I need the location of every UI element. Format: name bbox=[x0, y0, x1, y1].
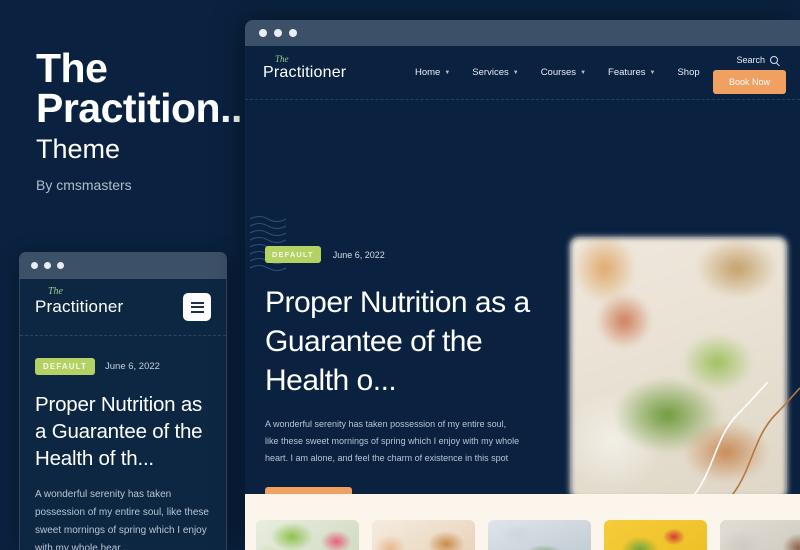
hamburger-bar bbox=[190, 306, 204, 308]
nav-label: Services bbox=[472, 67, 509, 78]
post-date: June 6, 2022 bbox=[105, 361, 160, 372]
thumbnail-list bbox=[256, 520, 800, 550]
mobile-hero-title: Proper Nutrition as a Guarantee of the H… bbox=[35, 393, 203, 470]
curve-decoration bbox=[680, 381, 800, 502]
thumbnail-refrigerator[interactable] bbox=[488, 520, 591, 550]
hamburger-bar bbox=[190, 301, 204, 304]
chevron-down-icon: ▼ bbox=[512, 69, 519, 76]
window-dot-minimize-icon[interactable] bbox=[274, 29, 282, 37]
hero-section: DEFAULT June 6, 2022 Proper Nutrition as… bbox=[245, 100, 800, 550]
nav-item-courses[interactable]: Courses ▼ bbox=[541, 67, 586, 78]
theme-author: By cmsmasters bbox=[36, 177, 132, 193]
mobile-preview-window[interactable]: The Practitioner DEFAULT June 6, 2022 Pr… bbox=[19, 252, 227, 550]
page-title-line-2: Practition.. bbox=[36, 85, 242, 131]
search-trigger[interactable]: Search bbox=[736, 55, 778, 65]
window-dot-maximize-icon[interactable] bbox=[57, 262, 64, 269]
logo-script-text: The bbox=[48, 286, 63, 297]
mobile-hero-description: A wonderful serenity has taken possessio… bbox=[35, 489, 209, 550]
nav-item-services[interactable]: Services ▼ bbox=[472, 67, 518, 78]
nav-label: Home bbox=[415, 67, 441, 78]
logo-main-text: Practitioner bbox=[35, 297, 124, 316]
nav-item-home[interactable]: Home ▼ bbox=[415, 67, 450, 78]
mobile-window-titlebar bbox=[19, 252, 227, 279]
hero-post-meta: DEFAULT June 6, 2022 bbox=[265, 246, 530, 263]
desktop-preview-body: The Practitioner Home ▼ Services ▼ Cours… bbox=[245, 46, 800, 550]
nav-label: Features bbox=[608, 67, 646, 78]
thumbnail-herbs-yellow[interactable] bbox=[604, 520, 707, 550]
mobile-site-header: The Practitioner bbox=[20, 279, 226, 336]
site-header: The Practitioner Home ▼ Services ▼ Cours… bbox=[245, 46, 800, 100]
mobile-hero-content: DEFAULT June 6, 2022 Proper Nutrition as… bbox=[20, 336, 226, 550]
hero-text-block: DEFAULT June 6, 2022 Proper Nutrition as… bbox=[265, 246, 530, 517]
chevron-down-icon: ▼ bbox=[580, 69, 587, 76]
search-label: Search bbox=[736, 55, 765, 65]
desktop-preview-window[interactable]: The Practitioner Home ▼ Services ▼ Cours… bbox=[245, 20, 800, 550]
status-badge: DEFAULT bbox=[265, 246, 321, 263]
logo-script-text: The bbox=[275, 53, 289, 64]
hamburger-bar bbox=[190, 310, 204, 313]
s-curve-lines-icon bbox=[689, 381, 800, 501]
post-date: June 6, 2022 bbox=[332, 249, 385, 260]
thumbnail-vegetables[interactable] bbox=[256, 520, 359, 550]
nav-item-features[interactable]: Features ▼ bbox=[608, 67, 655, 78]
book-now-button[interactable]: Book Now bbox=[712, 70, 786, 94]
window-dot-minimize-icon[interactable] bbox=[44, 262, 51, 269]
main-navigation: Home ▼ Services ▼ Courses ▼ Features ▼ S… bbox=[415, 67, 700, 78]
theme-info-panel: The Practition.. Theme By cmsmasters The… bbox=[0, 0, 245, 550]
thumbnail-food-bowl[interactable] bbox=[372, 520, 475, 550]
page-title-line-1: The bbox=[36, 45, 108, 91]
chevron-down-icon: ▼ bbox=[649, 69, 656, 76]
status-badge: DEFAULT bbox=[35, 358, 95, 375]
hamburger-menu-icon[interactable] bbox=[183, 293, 211, 321]
thumbnail-person-resting[interactable] bbox=[720, 520, 800, 550]
mobile-preview-body: The Practitioner DEFAULT June 6, 2022 Pr… bbox=[19, 279, 227, 550]
page-title: The Practition.. bbox=[36, 45, 245, 131]
site-logo[interactable]: The Practitioner bbox=[263, 54, 393, 81]
window-dot-close-icon[interactable] bbox=[259, 29, 267, 37]
window-dot-close-icon[interactable] bbox=[31, 262, 38, 269]
desktop-window-titlebar bbox=[245, 20, 800, 46]
theme-subtitle: Theme bbox=[36, 134, 121, 164]
chevron-down-icon: ▼ bbox=[444, 69, 451, 76]
mobile-site-logo[interactable]: The Practitioner bbox=[35, 287, 124, 316]
thumbnail-strip-section bbox=[245, 494, 800, 550]
window-dot-maximize-icon[interactable] bbox=[289, 29, 297, 37]
hero-title: Proper Nutrition as a Guarantee of the H… bbox=[265, 286, 530, 397]
hero-description: A wonderful serenity has taken possessio… bbox=[265, 419, 520, 463]
mobile-post-meta: DEFAULT June 6, 2022 bbox=[35, 358, 211, 375]
search-icon[interactable] bbox=[770, 56, 778, 64]
header-actions: Search Book Now bbox=[683, 46, 788, 99]
logo-main-text: Practitioner bbox=[263, 63, 347, 81]
nav-label: Courses bbox=[540, 67, 577, 78]
